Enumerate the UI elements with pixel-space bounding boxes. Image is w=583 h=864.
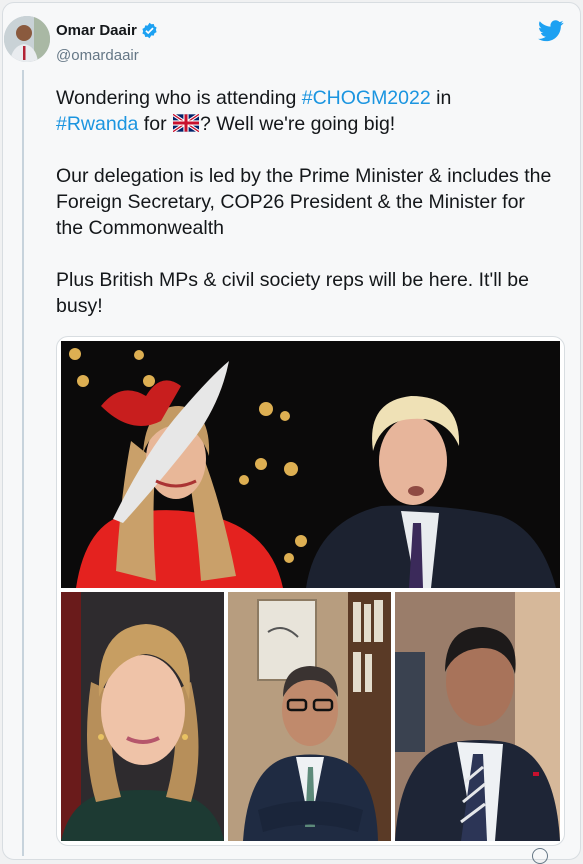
media-photo-1[interactable] bbox=[61, 341, 560, 588]
author-handle[interactable]: @omardaair bbox=[56, 47, 139, 64]
author-avatar[interactable] bbox=[4, 16, 50, 62]
media-photo-4[interactable] bbox=[395, 592, 560, 841]
verified-badge-icon bbox=[141, 22, 158, 39]
author-name-row[interactable]: Omar Daair bbox=[56, 22, 158, 39]
tweet-text-segment: for bbox=[138, 113, 172, 135]
thread-line bbox=[22, 70, 24, 856]
tweet-paragraph-3: Plus British MPs & civil society reps wi… bbox=[56, 269, 529, 317]
tweet-paragraph-2: Our delegation is led by the Prime Minis… bbox=[56, 165, 552, 239]
media-photo-3[interactable] bbox=[228, 592, 391, 841]
media-photo-2[interactable] bbox=[61, 592, 224, 841]
tweet-text-segment: in bbox=[430, 87, 452, 109]
tweet-text-segment: Wondering who is attending bbox=[56, 87, 302, 109]
uk-flag-icon bbox=[172, 112, 200, 134]
hashtag-rwanda[interactable]: #Rwanda bbox=[56, 113, 138, 135]
tweet-paragraph-1: Wondering who is attending #CHOGM2022 in… bbox=[56, 85, 556, 137]
tweet-media-grid[interactable] bbox=[56, 336, 565, 846]
author-name[interactable]: Omar Daair bbox=[56, 22, 137, 39]
reply-icon[interactable] bbox=[532, 848, 548, 864]
twitter-bird-icon[interactable] bbox=[538, 20, 564, 42]
tweet-text-segment: ? Well we're going big! bbox=[199, 113, 396, 135]
tweet-text: Wondering who is attending #CHOGM2022 in… bbox=[56, 85, 556, 345]
hashtag-chogm2022[interactable]: #CHOGM2022 bbox=[302, 87, 431, 109]
